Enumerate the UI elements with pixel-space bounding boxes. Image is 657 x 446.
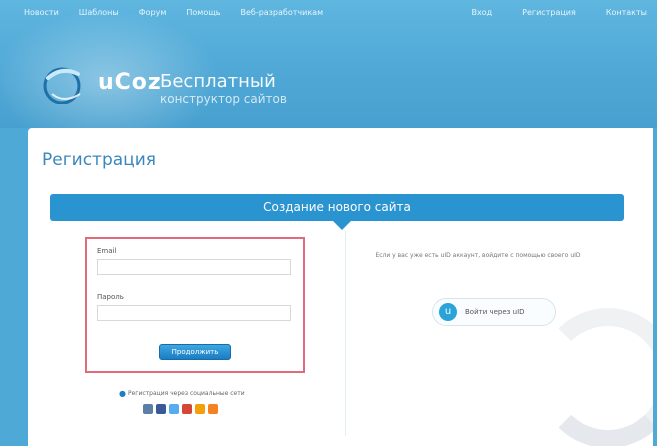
email-label: Email [97, 247, 117, 255]
banner-label: Создание нового сайта [263, 200, 411, 214]
header-tagline: Бесплатный конструктор сайтов [160, 71, 287, 107]
vk-icon[interactable] [143, 404, 153, 414]
banner-pointer [333, 221, 351, 230]
social-icons-row [143, 404, 218, 414]
registration-panel: Регистрация Создание нового сайта Email … [28, 128, 653, 446]
header-glow [0, 10, 220, 128]
nav-link-contacts[interactable]: Контакты [606, 8, 647, 17]
uid-login-button[interactable]: u Войти через uID [432, 298, 556, 326]
twitter-icon[interactable] [169, 404, 179, 414]
decorative-swirl [538, 308, 653, 446]
facebook-icon[interactable] [156, 404, 166, 414]
registration-form: Email Пароль Продолжить [85, 237, 305, 373]
uid-button-label: Войти через uID [465, 308, 525, 316]
location-pin-icon: ● [119, 389, 126, 398]
nav-link-register[interactable]: Регистрация [522, 8, 576, 17]
uid-info-text: Если у вас уже есть uID аккаунт, войдите… [375, 252, 581, 259]
password-label: Пароль [97, 293, 124, 301]
social-login-prompt: Регистрация через социальные сети [128, 390, 245, 397]
tagline-line-1: Бесплатный [160, 71, 276, 92]
tagline-line-2: конструктор сайтов [160, 92, 287, 106]
ucoz-logo-icon[interactable] [42, 64, 94, 104]
mailru-icon[interactable] [195, 404, 205, 414]
nav-link-developers[interactable]: Веб-разработчикам [240, 8, 323, 17]
column-divider [345, 231, 346, 436]
google-icon[interactable] [182, 404, 192, 414]
odnoklassniki-icon[interactable] [208, 404, 218, 414]
page-title: Регистрация [42, 150, 156, 170]
uid-logo-icon: u [439, 303, 457, 321]
nav-link-forum[interactable]: Форум [139, 8, 167, 17]
logo-text[interactable]: uCoz [98, 70, 162, 95]
email-field[interactable] [97, 259, 291, 275]
nav-link-login[interactable]: Вход [472, 8, 493, 17]
nav-link-templates[interactable]: Шаблоны [79, 8, 119, 17]
nav-link-help[interactable]: Помощь [186, 8, 220, 17]
site-header: Новости Шаблоны Форум Помощь Веб-разрабо… [0, 0, 657, 128]
create-site-banner: Создание нового сайта [50, 194, 624, 221]
nav-link-news[interactable]: Новости [24, 8, 59, 17]
continue-button[interactable]: Продолжить [159, 344, 231, 360]
top-nav-right: Вход Регистрация Контакты [472, 8, 648, 17]
top-nav-left: Новости Шаблоны Форум Помощь Веб-разрабо… [24, 8, 323, 17]
password-field[interactable] [97, 305, 291, 321]
